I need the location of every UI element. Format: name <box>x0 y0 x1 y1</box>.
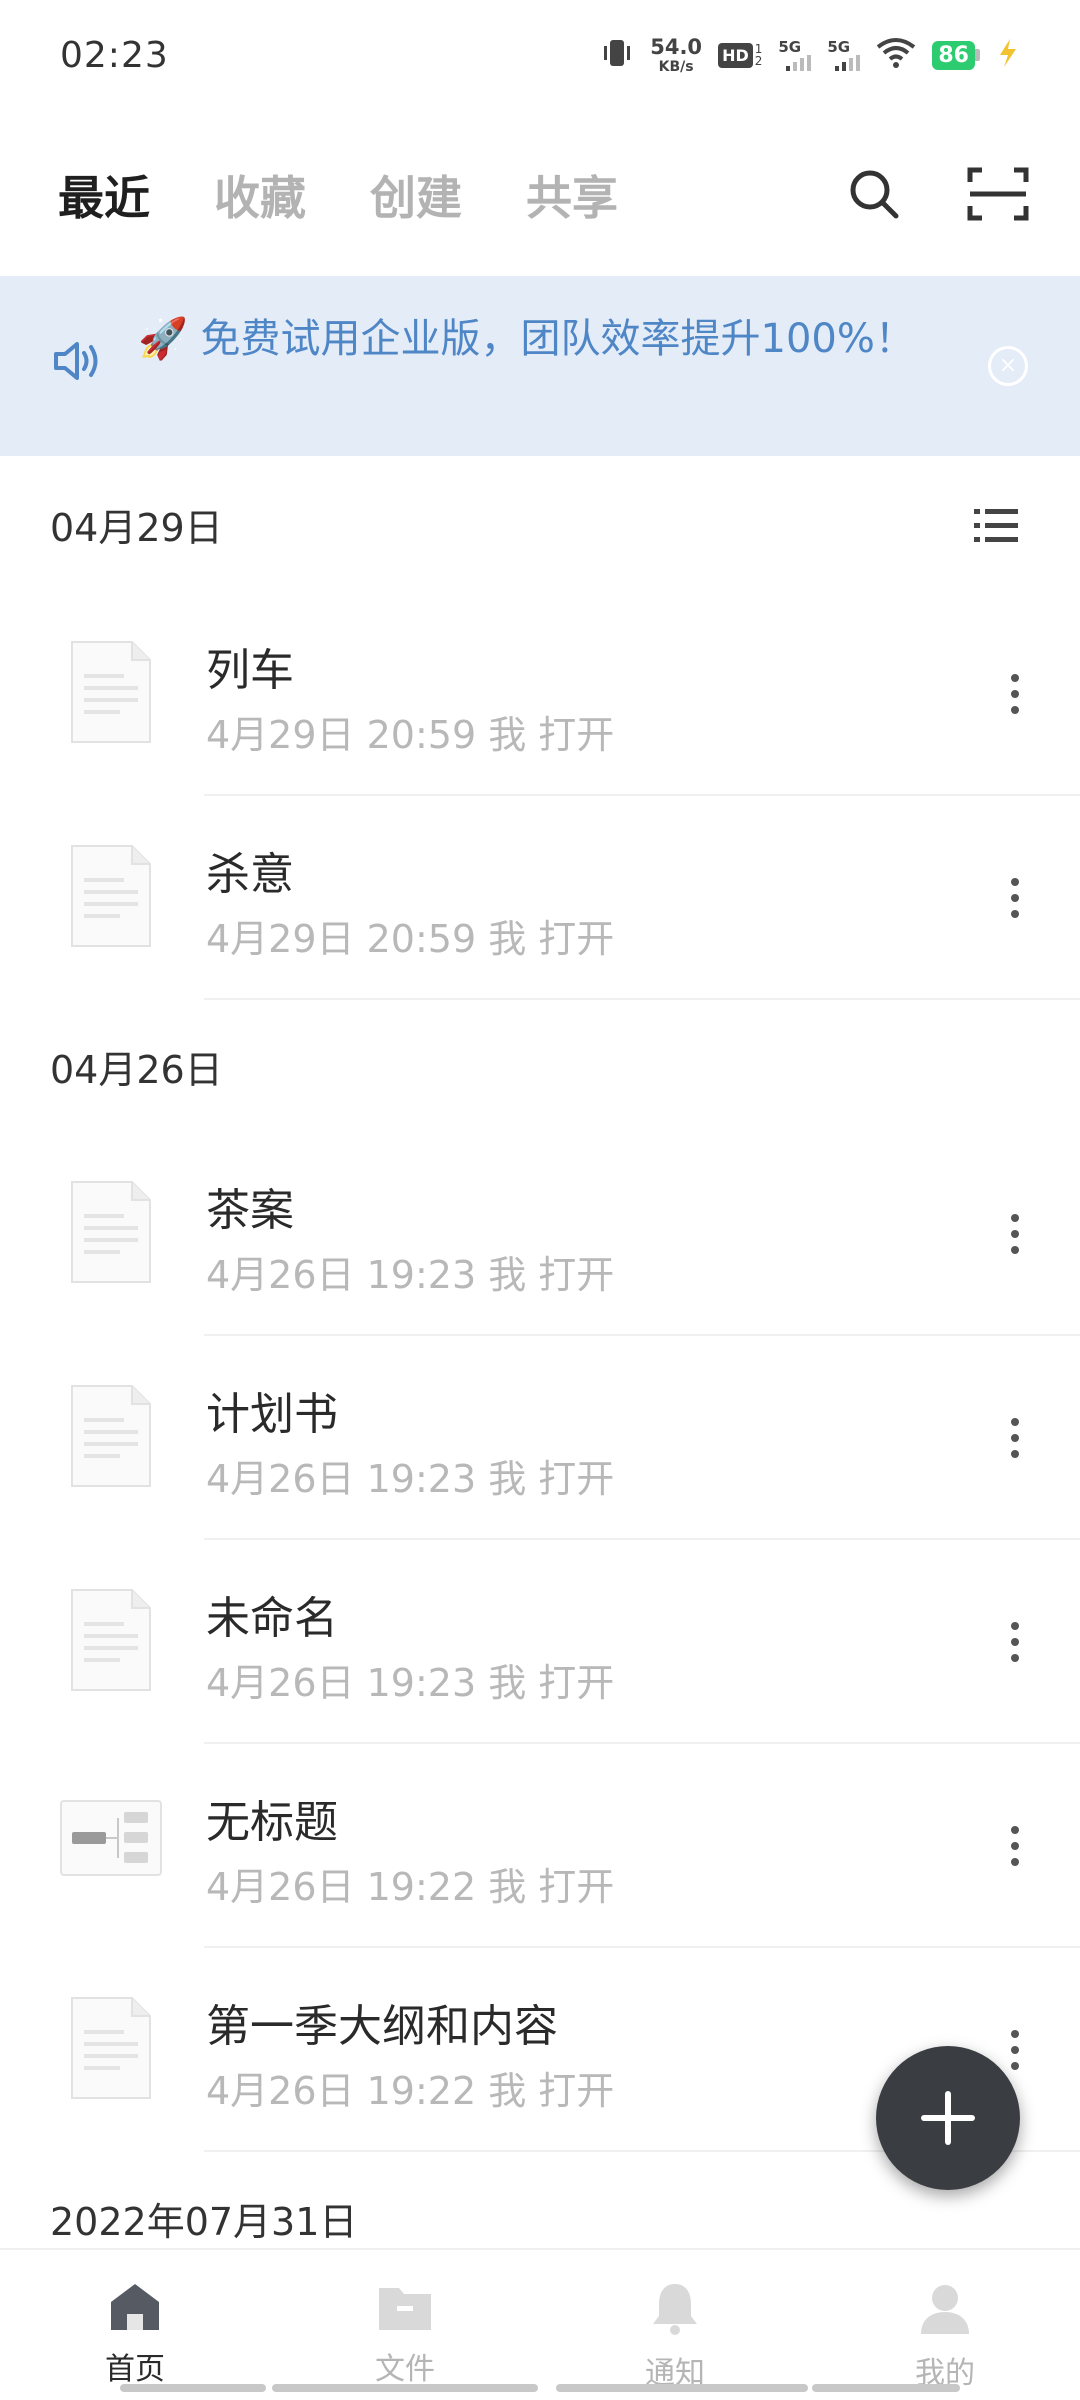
top-tab-bar: 最近 收藏 创建 共享 <box>0 140 1080 250</box>
file-title: 列车 <box>206 645 294 696</box>
file-meta: 4月26日 19:22 我 打开 <box>206 2069 615 2113</box>
home-icon <box>107 2280 163 2336</box>
document-icon <box>70 1996 152 2104</box>
file-row[interactable]: 列车 4月29日 20:59 我 打开 <box>0 592 1080 796</box>
file-title: 茶案 <box>206 1185 294 1236</box>
network-speed: 54.0 KB/s <box>650 34 703 75</box>
date-header: 04月29日 <box>0 456 1080 592</box>
document-icon <box>70 1384 152 1492</box>
nav-notifications[interactable]: 通知 <box>540 2250 810 2400</box>
document-icon <box>70 1588 152 1696</box>
file-meta: 4月29日 20:59 我 打开 <box>206 713 615 757</box>
signal-sim1-icon: 5G <box>778 39 812 71</box>
status-icons: 54.0 KB/s HD 12 5G 5G 86 <box>600 36 1020 74</box>
file-title: 杀意 <box>206 849 294 900</box>
date-header: 04月26日 <box>50 1047 223 1092</box>
file-meta: 4月26日 19:22 我 打开 <box>206 1865 615 1909</box>
mindmap-icon <box>60 1800 162 1880</box>
banner-message: 免费试用企业版，团队效率提升100%！ <box>200 316 915 362</box>
tab-favorites[interactable]: 收藏 <box>214 162 306 228</box>
file-row[interactable]: 未命名 4月26日 19:23 我 打开 <box>0 1540 1080 1744</box>
status-time: 02:23 <box>60 34 169 76</box>
charging-icon <box>996 37 1020 73</box>
file-meta: 4月29日 20:59 我 打开 <box>206 917 615 961</box>
search-icon[interactable] <box>842 162 906 226</box>
user-icon <box>917 2280 973 2340</box>
signal-sim2-icon: 5G <box>827 39 861 71</box>
promo-banner[interactable]: 🚀 免费试用企业版，团队效率提升100%！ × <box>0 276 1080 456</box>
tab-recent[interactable]: 最近 <box>58 162 150 228</box>
file-row[interactable]: 无标题 4月26日 19:22 我 打开 <box>0 1744 1080 1948</box>
create-new-button[interactable] <box>876 2046 1020 2190</box>
nav-home[interactable]: 首页 <box>0 2250 270 2400</box>
recent-file-list: 04月29日 列车 4月29日 20:59 我 打开 杀意 4月29日 20:5… <box>0 456 1080 2284</box>
document-icon <box>70 844 152 952</box>
folder-icon <box>377 2280 433 2336</box>
bottom-nav: 首页 文件 通知 我的 <box>0 2248 1080 2400</box>
bell-icon <box>647 2280 703 2340</box>
file-title: 未命名 <box>206 1593 338 1644</box>
speaker-icon <box>52 338 104 388</box>
file-meta: 4月26日 19:23 我 打开 <box>206 1661 615 1705</box>
close-icon[interactable]: × <box>988 346 1028 386</box>
hd-voice-icon: HD 12 <box>718 42 762 68</box>
scan-icon[interactable] <box>966 162 1030 226</box>
file-row[interactable]: 计划书 4月26日 19:23 我 打开 <box>0 1336 1080 1540</box>
wifi-icon <box>876 37 916 73</box>
document-icon <box>70 640 152 748</box>
file-row[interactable]: 茶案 4月26日 19:23 我 打开 <box>0 1132 1080 1336</box>
nav-profile[interactable]: 我的 <box>810 2250 1080 2400</box>
file-title: 无标题 <box>206 1797 338 1848</box>
document-icon <box>70 1180 152 1288</box>
more-options-icon[interactable] <box>990 1194 1040 1274</box>
rocket-icon: 🚀 <box>138 316 188 362</box>
file-title: 计划书 <box>206 1389 338 1440</box>
tab-shared[interactable]: 共享 <box>526 162 618 228</box>
more-options-icon[interactable] <box>990 1398 1040 1478</box>
list-view-icon[interactable] <box>974 506 1018 555</box>
banner-text[interactable]: 🚀 免费试用企业版，团队效率提升100%！ <box>138 306 915 364</box>
more-options-icon[interactable] <box>990 1806 1040 1886</box>
file-meta: 4月26日 19:23 我 打开 <box>206 1253 615 1297</box>
nav-files[interactable]: 文件 <box>270 2250 540 2400</box>
battery-icon: 86 <box>932 40 980 70</box>
vibrate-icon <box>600 36 634 74</box>
status-bar: 02:23 54.0 KB/s HD 12 5G 5G 86 <box>0 0 1080 110</box>
file-row[interactable]: 杀意 4月29日 20:59 我 打开 <box>0 796 1080 1000</box>
more-options-icon[interactable] <box>990 654 1040 734</box>
more-options-icon[interactable] <box>990 1602 1040 1682</box>
tab-created[interactable]: 创建 <box>370 162 462 228</box>
file-title: 第一季大纲和内容 <box>206 2001 558 2052</box>
more-options-icon[interactable] <box>990 858 1040 938</box>
plus-icon <box>921 2091 975 2145</box>
file-meta: 4月26日 19:23 我 打开 <box>206 1457 615 1501</box>
